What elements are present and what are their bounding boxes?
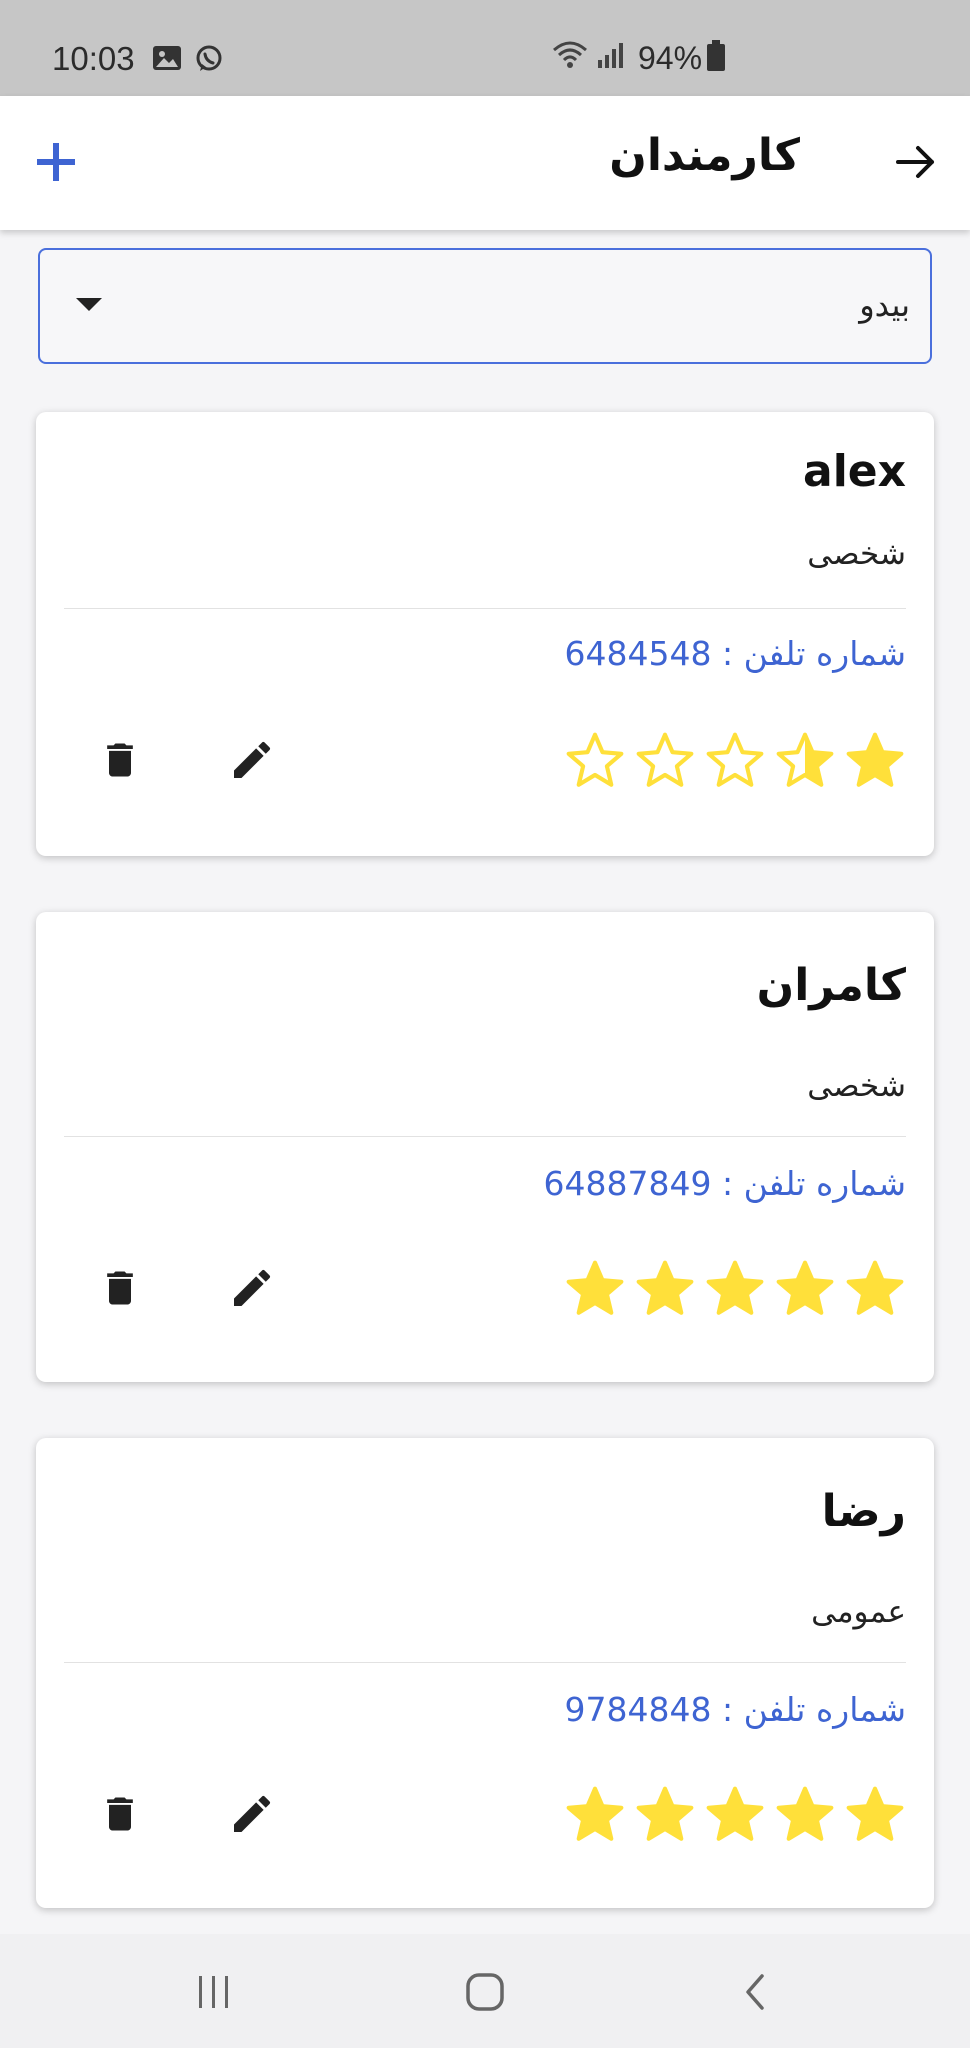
plus-icon bbox=[37, 143, 75, 181]
status-bar: 10:03 94% bbox=[0, 0, 970, 96]
employee-card: رضا عمومی شماره تلفن : 9784848 bbox=[36, 1438, 934, 1908]
delete-button[interactable] bbox=[84, 724, 156, 796]
edit-button[interactable] bbox=[216, 1252, 288, 1324]
star-filled-icon[interactable] bbox=[844, 730, 906, 792]
filter-selected-value: بیدو bbox=[859, 286, 910, 324]
recent-apps-button[interactable] bbox=[182, 1960, 246, 2024]
gallery-icon bbox=[152, 44, 182, 76]
star-rating[interactable] bbox=[564, 1784, 906, 1846]
star-half-icon[interactable] bbox=[774, 730, 836, 792]
add-employee-button[interactable] bbox=[24, 130, 88, 194]
home-button[interactable] bbox=[453, 1960, 517, 2024]
recent-apps-icon bbox=[199, 1976, 228, 2008]
card-divider bbox=[64, 608, 906, 609]
employee-name: رضا bbox=[821, 1486, 906, 1537]
star-filled-icon[interactable] bbox=[774, 1258, 836, 1320]
pencil-icon bbox=[234, 1269, 271, 1306]
pencil-icon bbox=[234, 741, 271, 778]
trash-icon bbox=[107, 1797, 133, 1831]
page-title: کارمندان bbox=[609, 130, 800, 181]
signal-icon bbox=[596, 40, 626, 74]
star-filled-icon[interactable] bbox=[704, 1258, 766, 1320]
dropdown-arrow-icon bbox=[76, 298, 102, 311]
employee-phone[interactable]: شماره تلفن : 9784848 bbox=[564, 1690, 906, 1729]
status-time: 10:03 bbox=[52, 40, 135, 77]
star-filled-icon[interactable] bbox=[564, 1784, 626, 1846]
chevron-left-icon bbox=[746, 1974, 764, 2010]
employee-phone[interactable]: شماره تلفن : 6484548 bbox=[564, 634, 906, 673]
star-filled-icon[interactable] bbox=[564, 1258, 626, 1320]
star-filled-icon[interactable] bbox=[704, 1784, 766, 1846]
star-outline-icon[interactable] bbox=[634, 730, 696, 792]
employee-type: عمومی bbox=[811, 1594, 906, 1630]
whatsapp-icon bbox=[194, 44, 224, 78]
star-filled-icon[interactable] bbox=[844, 1784, 906, 1846]
delete-button[interactable] bbox=[84, 1778, 156, 1850]
delete-button[interactable] bbox=[84, 1252, 156, 1324]
employee-name: کامران bbox=[756, 960, 906, 1011]
battery-icon bbox=[706, 40, 726, 76]
employee-name: alex bbox=[803, 446, 906, 497]
employee-type: شخصی bbox=[807, 536, 906, 572]
star-rating[interactable] bbox=[564, 730, 906, 792]
system-nav-bar bbox=[0, 1934, 970, 2048]
arrow-right-icon bbox=[896, 146, 934, 178]
home-icon bbox=[466, 1973, 504, 2011]
filter-dropdown[interactable]: بیدو bbox=[38, 248, 932, 364]
edit-button[interactable] bbox=[216, 724, 288, 796]
star-rating[interactable] bbox=[564, 1258, 906, 1320]
star-filled-icon[interactable] bbox=[844, 1258, 906, 1320]
employee-type: شخصی bbox=[807, 1068, 906, 1104]
edit-button[interactable] bbox=[216, 1778, 288, 1850]
back-button[interactable] bbox=[884, 130, 948, 194]
star-outline-icon[interactable] bbox=[704, 730, 766, 792]
employee-card: کامران شخصی شماره تلفن : 64887849 bbox=[36, 912, 934, 1382]
wifi-icon bbox=[552, 40, 588, 74]
employee-card: alex شخصی شماره تلفن : 6484548 bbox=[36, 412, 934, 856]
star-filled-icon[interactable] bbox=[634, 1258, 696, 1320]
employee-phone[interactable]: شماره تلفن : 64887849 bbox=[544, 1164, 907, 1203]
battery-level: 94% bbox=[638, 40, 703, 76]
star-filled-icon[interactable] bbox=[774, 1784, 836, 1846]
back-nav-button[interactable] bbox=[724, 1960, 788, 2024]
card-divider bbox=[64, 1136, 906, 1137]
card-divider bbox=[64, 1662, 906, 1663]
app-bar: کارمندان bbox=[0, 96, 970, 230]
star-filled-icon[interactable] bbox=[634, 1784, 696, 1846]
trash-icon bbox=[107, 1271, 133, 1305]
trash-icon bbox=[107, 743, 133, 777]
pencil-icon bbox=[234, 1795, 271, 1832]
star-outline-icon[interactable] bbox=[564, 730, 626, 792]
